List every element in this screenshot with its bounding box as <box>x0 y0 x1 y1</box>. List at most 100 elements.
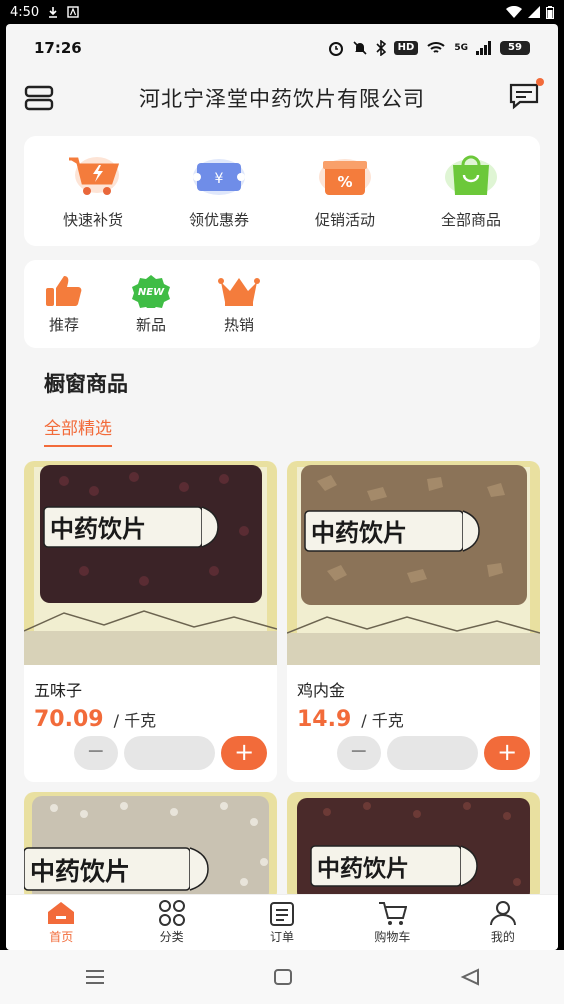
tag-filters: 推荐 NEW 新品 热销 <box>24 260 540 348</box>
showcase-section: 橱窗商品 全部精选 <box>6 348 558 447</box>
product-name[interactable]: 五味子 <box>24 665 277 701</box>
gift-percent-icon: % <box>319 158 371 195</box>
package-label: 中药饮片 <box>50 514 146 543</box>
new-badge-icon: NEW <box>132 274 170 308</box>
quick-action-label: 领优惠券 <box>188 210 249 229</box>
tab-label: 订单 <box>270 930 295 944</box>
battery-level: 59 <box>500 41 530 55</box>
user-icon <box>489 901 516 926</box>
app-header: 河北宁泽堂中药饮片有限公司 <box>6 72 558 124</box>
quick-action-all-products[interactable]: 全部商品 <box>416 153 526 230</box>
product-unit: / 千克 <box>361 711 404 730</box>
tab-featured[interactable]: 全部精选 <box>44 414 112 447</box>
tab-label: 我的 <box>490 930 515 944</box>
bottom-tab-bar: 首页 分类 订单 购物车 我的 <box>6 894 558 950</box>
tag-label: 推荐 <box>48 315 79 334</box>
product-card[interactable]: 中药饮片 鸡内金 14.9 / 千克 − + <box>287 461 540 782</box>
package-label: 中药饮片 <box>311 518 407 547</box>
quantity-stepper: − + <box>287 732 540 782</box>
decrease-button[interactable]: − <box>337 736 381 770</box>
product-image[interactable]: 中药饮片 <box>287 461 540 665</box>
tab-label: 首页 <box>49 930 74 944</box>
product-price-row: 14.9 / 千克 <box>287 701 540 732</box>
inner-status-bar: 17:26 HD 5G 59 <box>6 24 558 72</box>
product-image[interactable]: 中药饮片 <box>24 461 277 665</box>
signal-icon <box>528 6 540 18</box>
product-card[interactable]: 中药饮片 <box>24 792 277 902</box>
product-price: 70.09 <box>34 707 104 732</box>
quick-action-promotion[interactable]: % 促销活动 <box>290 153 400 230</box>
product-photo-chicken-gizzard: 中药饮片 <box>287 461 540 665</box>
tab-label: 分类 <box>159 930 184 944</box>
quick-action-label: 全部商品 <box>440 210 501 229</box>
network-label: 5G <box>454 43 468 53</box>
increase-button[interactable]: + <box>484 736 531 770</box>
product-photo-seeds: 中药饮片 <box>24 792 277 902</box>
download-icon <box>49 7 58 18</box>
package-label: 中药饮片 <box>317 855 409 882</box>
quick-action-restock[interactable]: 快速补货 <box>38 153 148 230</box>
inner-time: 17:26 <box>34 39 82 57</box>
message-button[interactable] <box>508 78 544 114</box>
quick-action-label: 促销活动 <box>314 210 375 229</box>
thumbs-up-icon <box>46 275 82 306</box>
tag-label: 新品 <box>135 315 166 334</box>
alarm-icon <box>328 42 343 56</box>
quick-action-coupon[interactable]: ¥ 领优惠券 <box>164 153 274 230</box>
quick-action-label: 快速补货 <box>62 210 123 229</box>
tab-home[interactable]: 首页 <box>6 895 116 950</box>
wifi-icon-inner <box>427 42 446 53</box>
quantity-input[interactable] <box>123 736 216 770</box>
tag-label: 热销 <box>223 315 254 334</box>
section-title: 橱窗商品 <box>44 372 128 396</box>
svg-text:%: % <box>337 173 352 191</box>
cart-icon <box>379 902 408 925</box>
quantity-stepper: − + <box>24 732 277 782</box>
product-grid: 中药饮片 五味子 70.09 / 千克 − + 中药饮片 鸡内金 14.9 / … <box>6 461 558 902</box>
crown-icon <box>218 277 260 306</box>
product-image[interactable]: 中药饮片 <box>24 792 277 902</box>
product-unit: / 千克 <box>113 711 157 730</box>
tab-profile[interactable]: 我的 <box>448 895 558 950</box>
quantity-input[interactable] <box>386 736 479 770</box>
tag-new[interactable]: NEW 新品 <box>130 274 172 335</box>
package-label: 中药饮片 <box>30 857 130 886</box>
product-name[interactable]: 鸡内金 <box>287 665 540 701</box>
increase-button[interactable]: + <box>221 736 268 770</box>
tab-label: 购物车 <box>374 930 411 944</box>
order-icon <box>270 902 295 926</box>
cart-bolt-icon <box>69 156 120 195</box>
home-square-icon[interactable] <box>273 968 293 986</box>
tab-orders[interactable]: 订单 <box>227 895 337 950</box>
back-icon[interactable] <box>460 968 480 986</box>
android-nav-bar <box>0 950 564 1004</box>
svg-text:¥: ¥ <box>215 171 224 187</box>
product-card[interactable]: 中药饮片 <box>287 792 540 902</box>
page-title: 河北宁泽堂中药饮片有限公司 <box>139 87 425 111</box>
new-badge-text: NEW <box>138 287 165 298</box>
product-image[interactable]: 中药饮片 <box>287 792 540 902</box>
tab-category[interactable]: 分类 <box>116 895 226 950</box>
system-time: 4:50 <box>10 4 40 20</box>
bag-icon <box>445 155 497 195</box>
product-photo-dark-herb: 中药饮片 <box>287 792 540 902</box>
category-icon <box>158 900 185 926</box>
system-status-bar: 4:50 <box>0 0 564 24</box>
menu-icon[interactable] <box>84 969 106 985</box>
bluetooth-icon <box>376 40 386 56</box>
screen: 4:50 17:26 HD 5G 59 河北宁泽堂中药饮片有限公司 快速补货 ¥… <box>0 0 564 1004</box>
product-price: 14.9 <box>297 707 352 732</box>
product-photo-schisandra: 中药饮片 <box>24 461 277 665</box>
message-icon <box>509 83 539 110</box>
mute-bell-icon <box>353 41 367 55</box>
battery-icon <box>546 5 554 19</box>
hd-badge: HD <box>393 41 419 55</box>
tag-recommend[interactable]: 推荐 <box>44 274 84 335</box>
tab-cart[interactable]: 购物车 <box>337 895 447 950</box>
signal-bars-icon <box>476 41 491 55</box>
product-card[interactable]: 中药饮片 五味子 70.09 / 千克 − + <box>24 461 277 782</box>
home-icon <box>48 902 75 924</box>
decrease-button[interactable]: − <box>74 736 118 770</box>
product-price-row: 70.09 / 千克 <box>24 701 277 732</box>
tag-hot[interactable]: 热销 <box>218 274 260 335</box>
